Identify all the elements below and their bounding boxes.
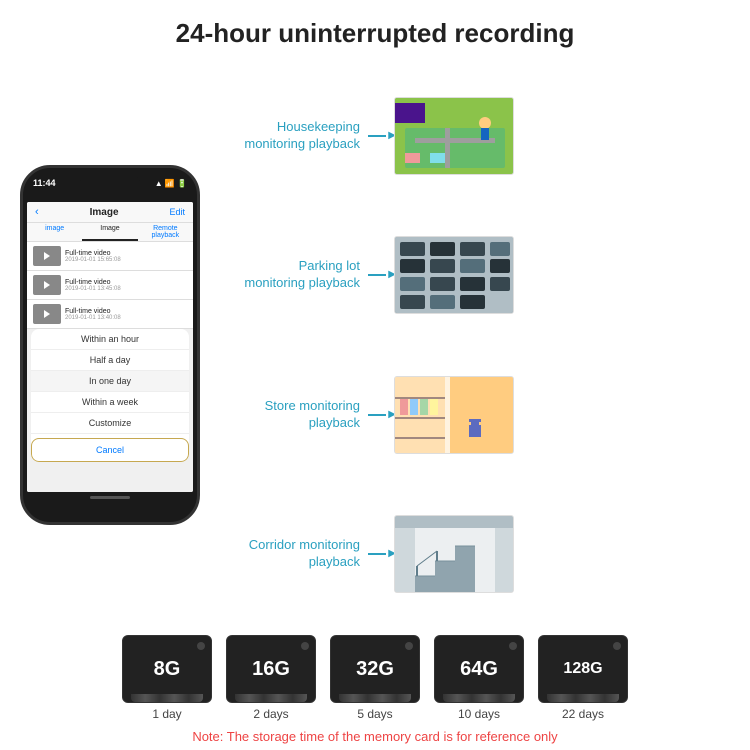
monitoring-img-store	[394, 376, 514, 454]
sd-days-128g: 22 days	[562, 707, 604, 721]
play-icon-2	[44, 281, 50, 289]
monitoring-row-store: Store monitoringplayback	[220, 348, 740, 482]
screen-tab-remote[interactable]: Remote playback	[138, 223, 193, 241]
sd-card-item-32g: 32G 5 days	[330, 635, 420, 721]
sd-label-128g: 128G	[563, 660, 602, 678]
phone-icons: ▲ 📶 🔋	[155, 179, 187, 188]
list-time-2: 2019-01-01 13:45:08	[65, 286, 121, 292]
sd-card-16g: 16G	[226, 635, 316, 703]
monitoring-line-3	[368, 414, 386, 416]
monitoring-label-store: Store monitoringplayback	[220, 398, 360, 432]
monitoring-row-corridor: Corridor monitoringplayback	[220, 488, 740, 622]
sd-days-64g: 10 days	[458, 707, 500, 721]
thumb-2	[33, 275, 61, 295]
list-info-3: Full-time video 2019-01-01 13:40:08	[65, 308, 121, 321]
dropdown-within-week[interactable]: Within a week	[31, 392, 189, 413]
dropdown-cancel[interactable]: Cancel	[31, 438, 189, 462]
sd-card-item-16g: 16G 2 days	[226, 635, 316, 721]
monitoring-list: Housekeepingmonitoring playback	[220, 65, 740, 625]
note-text: Note: The storage time of the memory car…	[192, 729, 557, 744]
monitoring-row-housekeeping: Housekeepingmonitoring playback	[220, 69, 740, 203]
list-label-3: Full-time video	[65, 308, 121, 315]
monitoring-label-parking: Parking lotmonitoring playback	[220, 258, 360, 292]
list-item: Full-time video 2019-01-01 15:65:08	[27, 242, 193, 271]
screen-edit[interactable]: Edit	[169, 207, 185, 217]
phone-status-bar: 11:44 ▲ 📶 🔋	[33, 178, 187, 188]
list-info-2: Full-time video 2019-01-01 13:45:08	[65, 279, 121, 292]
list-time-3: 2019-01-01 13:40:08	[65, 315, 121, 321]
page-title: 24-hour uninterrupted recording	[176, 18, 575, 49]
sd-card-item-64g: 64G 10 days	[434, 635, 524, 721]
list-label-2: Full-time video	[65, 279, 121, 286]
monitoring-img-corridor	[394, 515, 514, 593]
screen-header: ‹ Image Edit	[27, 202, 193, 223]
page: 24-hour uninterrupted recording 11:44 ▲ …	[0, 0, 750, 750]
monitoring-label-corridor: Corridor monitoringplayback	[220, 537, 360, 571]
list-label-1: Full-time video	[65, 250, 121, 257]
phone-mockup: 11:44 ▲ 📶 🔋 ‹ Image Edit image Image Rem…	[10, 65, 210, 625]
sd-card-item-128g: 128G 22 days	[538, 635, 628, 721]
home-indicator	[90, 496, 130, 499]
sd-days-16g: 2 days	[253, 707, 288, 721]
dropdown-half-day[interactable]: Half a day	[31, 350, 189, 371]
screen-back[interactable]: ‹	[35, 206, 39, 218]
monitoring-img-housekeeping	[394, 97, 514, 175]
screen-tabs: image Image Remote playback	[27, 223, 193, 242]
monitoring-line-2	[368, 274, 386, 276]
sd-cards-row: 8G 1 day 16G 2 days 32G 5 days 64G	[122, 635, 628, 721]
bottom-section: 8G 1 day 16G 2 days 32G 5 days 64G	[0, 625, 750, 750]
screen-title: Image	[90, 207, 119, 218]
play-icon-3	[44, 310, 50, 318]
sd-days-8g: 1 day	[152, 707, 181, 721]
sd-days-32g: 5 days	[357, 707, 392, 721]
list-time-1: 2019-01-01 15:65:08	[65, 257, 121, 263]
dropdown-customize[interactable]: Customize	[31, 413, 189, 434]
phone-screen: ‹ Image Edit image Image Remote playback	[27, 202, 193, 492]
screen-list: Full-time video 2019-01-01 15:65:08 Full…	[27, 242, 193, 492]
monitoring-line-4	[368, 553, 386, 555]
sd-label-64g: 64G	[460, 658, 498, 681]
monitoring-line-1	[368, 135, 386, 137]
sd-card-32g: 32G	[330, 635, 420, 703]
list-info-1: Full-time video 2019-01-01 15:65:08	[65, 250, 121, 263]
sd-card-128g: 128G	[538, 635, 628, 703]
screen-tab-image2[interactable]: Image	[82, 223, 137, 241]
sd-card-item-8g: 8G 1 day	[122, 635, 212, 721]
dropdown-within-hour[interactable]: Within an hour	[31, 329, 189, 350]
list-item-3: Full-time video 2019-01-01 13:40:08	[27, 300, 193, 329]
monitoring-row-parking: Parking lotmonitoring playback	[220, 209, 740, 343]
monitoring-img-parking	[394, 236, 514, 314]
phone-body: 11:44 ▲ 📶 🔋 ‹ Image Edit image Image Rem…	[20, 165, 200, 525]
screen-tab-image[interactable]: image	[27, 223, 82, 241]
sd-card-8g: 8G	[122, 635, 212, 703]
dropdown-in-one-day[interactable]: In one day	[31, 371, 189, 392]
sd-label-32g: 32G	[356, 658, 394, 681]
list-item-2: Full-time video 2019-01-01 13:45:08	[27, 271, 193, 300]
middle-section: 11:44 ▲ 📶 🔋 ‹ Image Edit image Image Rem…	[0, 65, 750, 625]
play-icon-1	[44, 252, 50, 260]
sd-label-8g: 8G	[154, 658, 181, 681]
phone-time: 11:44	[33, 178, 56, 188]
thumb-3	[33, 304, 61, 324]
sd-label-16g: 16G	[252, 658, 290, 681]
monitoring-label-housekeeping: Housekeepingmonitoring playback	[220, 119, 360, 153]
phone-bottom-bar	[27, 492, 193, 502]
screen-dropdown: Within an hour Half a day In one day Wit…	[31, 329, 189, 462]
sd-card-64g: 64G	[434, 635, 524, 703]
thumb-1	[33, 246, 61, 266]
